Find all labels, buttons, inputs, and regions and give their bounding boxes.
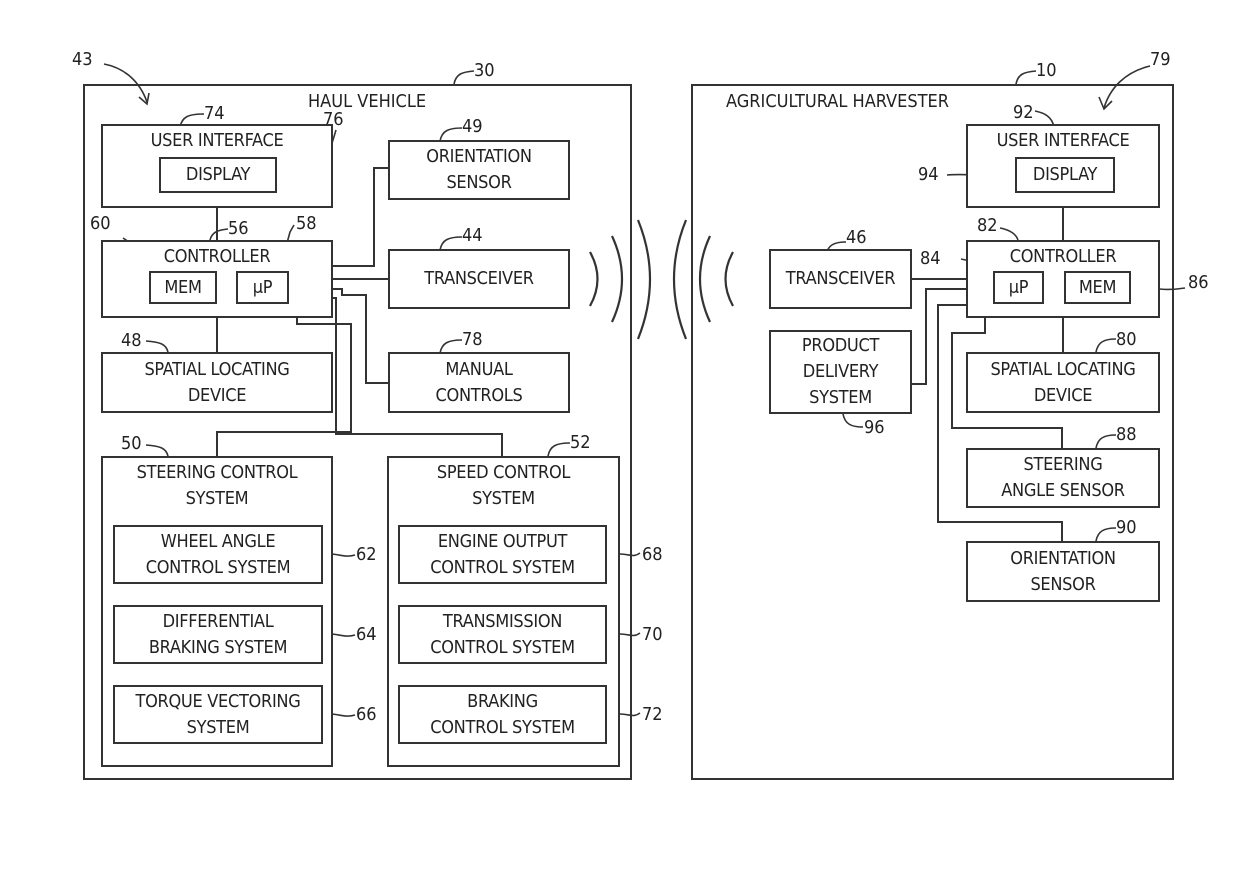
- ref-72: 72: [642, 704, 663, 725]
- ref-48: 48: [121, 330, 142, 351]
- ref-78: 78: [462, 329, 483, 350]
- engine-output-control-system: ENGINE OUTPUT CONTROL SYSTEM: [398, 525, 607, 584]
- ref-10: 10: [1036, 60, 1057, 81]
- haul-display-label: DISPLAY: [185, 164, 251, 185]
- ref-88: 88: [1116, 424, 1137, 445]
- ref-64: 64: [356, 624, 377, 645]
- ref-58: 58: [296, 213, 317, 234]
- ref-80: 80: [1116, 329, 1137, 350]
- ref-86: 86: [1188, 272, 1209, 293]
- harvester-microprocessor: μP: [993, 271, 1044, 304]
- ref-52: 52: [570, 432, 591, 453]
- braking-control-system: BRAKING CONTROL SYSTEM: [398, 685, 607, 744]
- product-delivery-system: PRODUCT DELIVERY SYSTEM: [769, 330, 912, 414]
- harvester-orientation-sensor: ORIENTATION SENSOR: [966, 541, 1160, 602]
- haul-microprocessor: μP: [236, 271, 289, 304]
- ref-82: 82: [977, 215, 998, 236]
- ref-68: 68: [642, 544, 663, 565]
- ref-30: 30: [474, 60, 495, 81]
- ref-84: 84: [920, 248, 941, 269]
- ref-94: 94: [918, 164, 939, 185]
- ref-43: 43: [72, 49, 93, 70]
- harvester-transceiver: TRANSCEIVER: [769, 249, 912, 309]
- haul-controller-label: CONTROLLER: [163, 246, 271, 267]
- haul-display: DISPLAY: [159, 157, 277, 193]
- ref-49: 49: [462, 116, 483, 137]
- harvester-mem: MEM: [1064, 271, 1131, 304]
- ref-74: 74: [204, 103, 225, 124]
- ref-60: 60: [90, 213, 111, 234]
- haul-transceiver: TRANSCEIVER: [388, 249, 570, 309]
- differential-braking-system: DIFFERENTIAL BRAKING SYSTEM: [113, 605, 323, 664]
- harvester-user-interface-label: USER INTERFACE: [996, 130, 1130, 151]
- torque-vectoring-system: TORQUE VECTORING SYSTEM: [113, 685, 323, 744]
- harvester-display: DISPLAY: [1015, 157, 1115, 193]
- ref-46: 46: [846, 227, 867, 248]
- transmission-control-system: TRANSMISSION CONTROL SYSTEM: [398, 605, 607, 664]
- harvester-spatial-locating-device: SPATIAL LOCATING DEVICE: [966, 352, 1160, 413]
- ref-44: 44: [462, 225, 483, 246]
- ref-79: 79: [1150, 49, 1171, 70]
- ref-56: 56: [228, 218, 249, 239]
- haul-controller: CONTROLLER: [101, 240, 333, 318]
- ref-50: 50: [121, 433, 142, 454]
- haul-spatial-locating-device: SPATIAL LOCATING DEVICE: [101, 352, 333, 413]
- ref-90: 90: [1116, 517, 1137, 538]
- haul-orientation-sensor: ORIENTATION SENSOR: [388, 140, 570, 200]
- haul-mem: MEM: [149, 271, 217, 304]
- ref-96: 96: [864, 417, 885, 438]
- agricultural-harvester-title: AGRICULTURAL HARVESTER: [726, 91, 950, 112]
- harvester-controller-label: CONTROLLER: [1009, 246, 1117, 267]
- ref-66: 66: [356, 704, 377, 725]
- ref-62: 62: [356, 544, 377, 565]
- steering-angle-sensor: STEERING ANGLE SENSOR: [966, 448, 1160, 508]
- ref-70: 70: [642, 624, 663, 645]
- wheel-angle-control-system: WHEEL ANGLE CONTROL SYSTEM: [113, 525, 323, 584]
- haul-manual-controls: MANUAL CONTROLS: [388, 352, 570, 413]
- haul-user-interface-label: USER INTERFACE: [150, 130, 284, 151]
- ref-92: 92: [1013, 102, 1034, 123]
